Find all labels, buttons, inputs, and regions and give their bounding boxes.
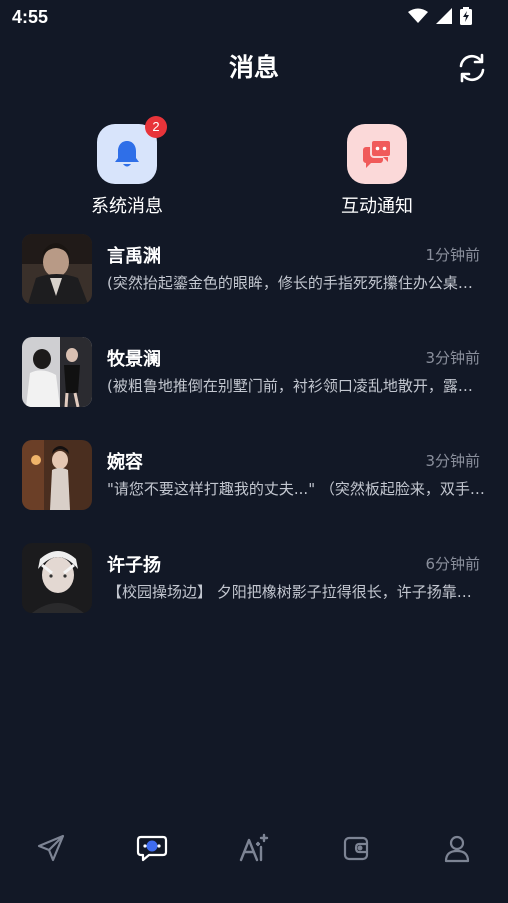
system-messages-label: 系统消息 [91,196,163,217]
battery-icon [460,7,472,25]
tab-profile[interactable] [437,828,477,868]
refresh-icon [459,53,485,83]
conversation-name: 许子扬 [107,555,161,576]
bell-icon [115,141,139,167]
status-bar: 4:55 [0,0,508,36]
ai-sparkle-icon [239,833,269,862]
conversation-preview: 【校园操场边】 夕阳把橡树影子拉得很长，许子扬靠在看台 [107,583,485,601]
system-messages-button[interactable]: 2 系统消息 [62,116,192,218]
conversation-time: 3分钟前 [425,349,480,367]
avatar [22,234,92,304]
conversation-item[interactable]: 牧景澜 3分钟前 (被粗鲁地推倒在别墅门前，衬衫领口凌乱地散开，露出锁骨 [0,335,508,438]
system-messages-icon-tile: 2 [97,116,167,184]
avatar [22,337,92,407]
conversation-list: 言禹渊 1分钟前 (突然抬起鎏金色的眼眸，修长的手指死死攥住办公桌边缘 牧景澜 … [0,232,508,644]
conversation-name: 言禹渊 [107,246,161,267]
interaction-notices-button[interactable]: 互动通知 [312,124,442,218]
conversation-name: 牧景澜 [107,349,161,370]
tab-messages[interactable] [132,828,172,868]
conversation-preview: "请您不要这样打趣我的丈夫..." （突然板起脸来，双手叉腰 [107,480,485,498]
send-icon [37,834,65,862]
wallet-icon [343,836,369,861]
unread-badge: 2 [145,116,167,138]
conversation-time: 6分钟前 [425,555,480,573]
conversation-item[interactable]: 言禹渊 1分钟前 (突然抬起鎏金色的眼眸，修长的手指死死攥住办公桌边缘 [0,232,508,335]
page-title: 消息 [228,53,279,82]
avatar [22,440,92,510]
conversation-preview: (突然抬起鎏金色的眼眸，修长的手指死死攥住办公桌边缘 [107,274,485,292]
conversation-item[interactable]: 婉容 3分钟前 "请您不要这样打趣我的丈夫..." （突然板起脸来，双手叉腰 [0,438,508,541]
conversation-time: 1分钟前 [425,246,480,264]
header: 消息 [0,44,508,90]
conversation-item[interactable]: 许子扬 6分钟前 【校园操场边】 夕阳把橡树影子拉得很长，许子扬靠在看台 [0,541,508,644]
interaction-notices-label: 互动通知 [341,196,413,217]
conversation-time: 3分钟前 [425,452,480,470]
tab-discover[interactable] [31,828,71,868]
status-time: 4:55 [12,7,49,27]
refresh-button[interactable] [456,52,488,84]
profile-icon [444,835,470,863]
wifi-icon [408,8,428,23]
tab-ai[interactable] [234,828,274,868]
bottom-tab-bar [0,818,508,878]
conversation-name: 婉容 [107,452,143,473]
quick-actions: 2 系统消息 互动通知 [0,116,508,220]
tab-wallet[interactable] [336,828,376,868]
interaction-notices-icon-tile [347,124,407,184]
status-icons [408,7,472,25]
messages-icon [136,835,168,862]
chat-bubbles-icon [363,139,392,168]
avatar [22,543,92,613]
signal-icon [436,8,452,24]
conversation-preview: (被粗鲁地推倒在别墅门前，衬衫领口凌乱地散开，露出锁骨 [107,377,485,395]
